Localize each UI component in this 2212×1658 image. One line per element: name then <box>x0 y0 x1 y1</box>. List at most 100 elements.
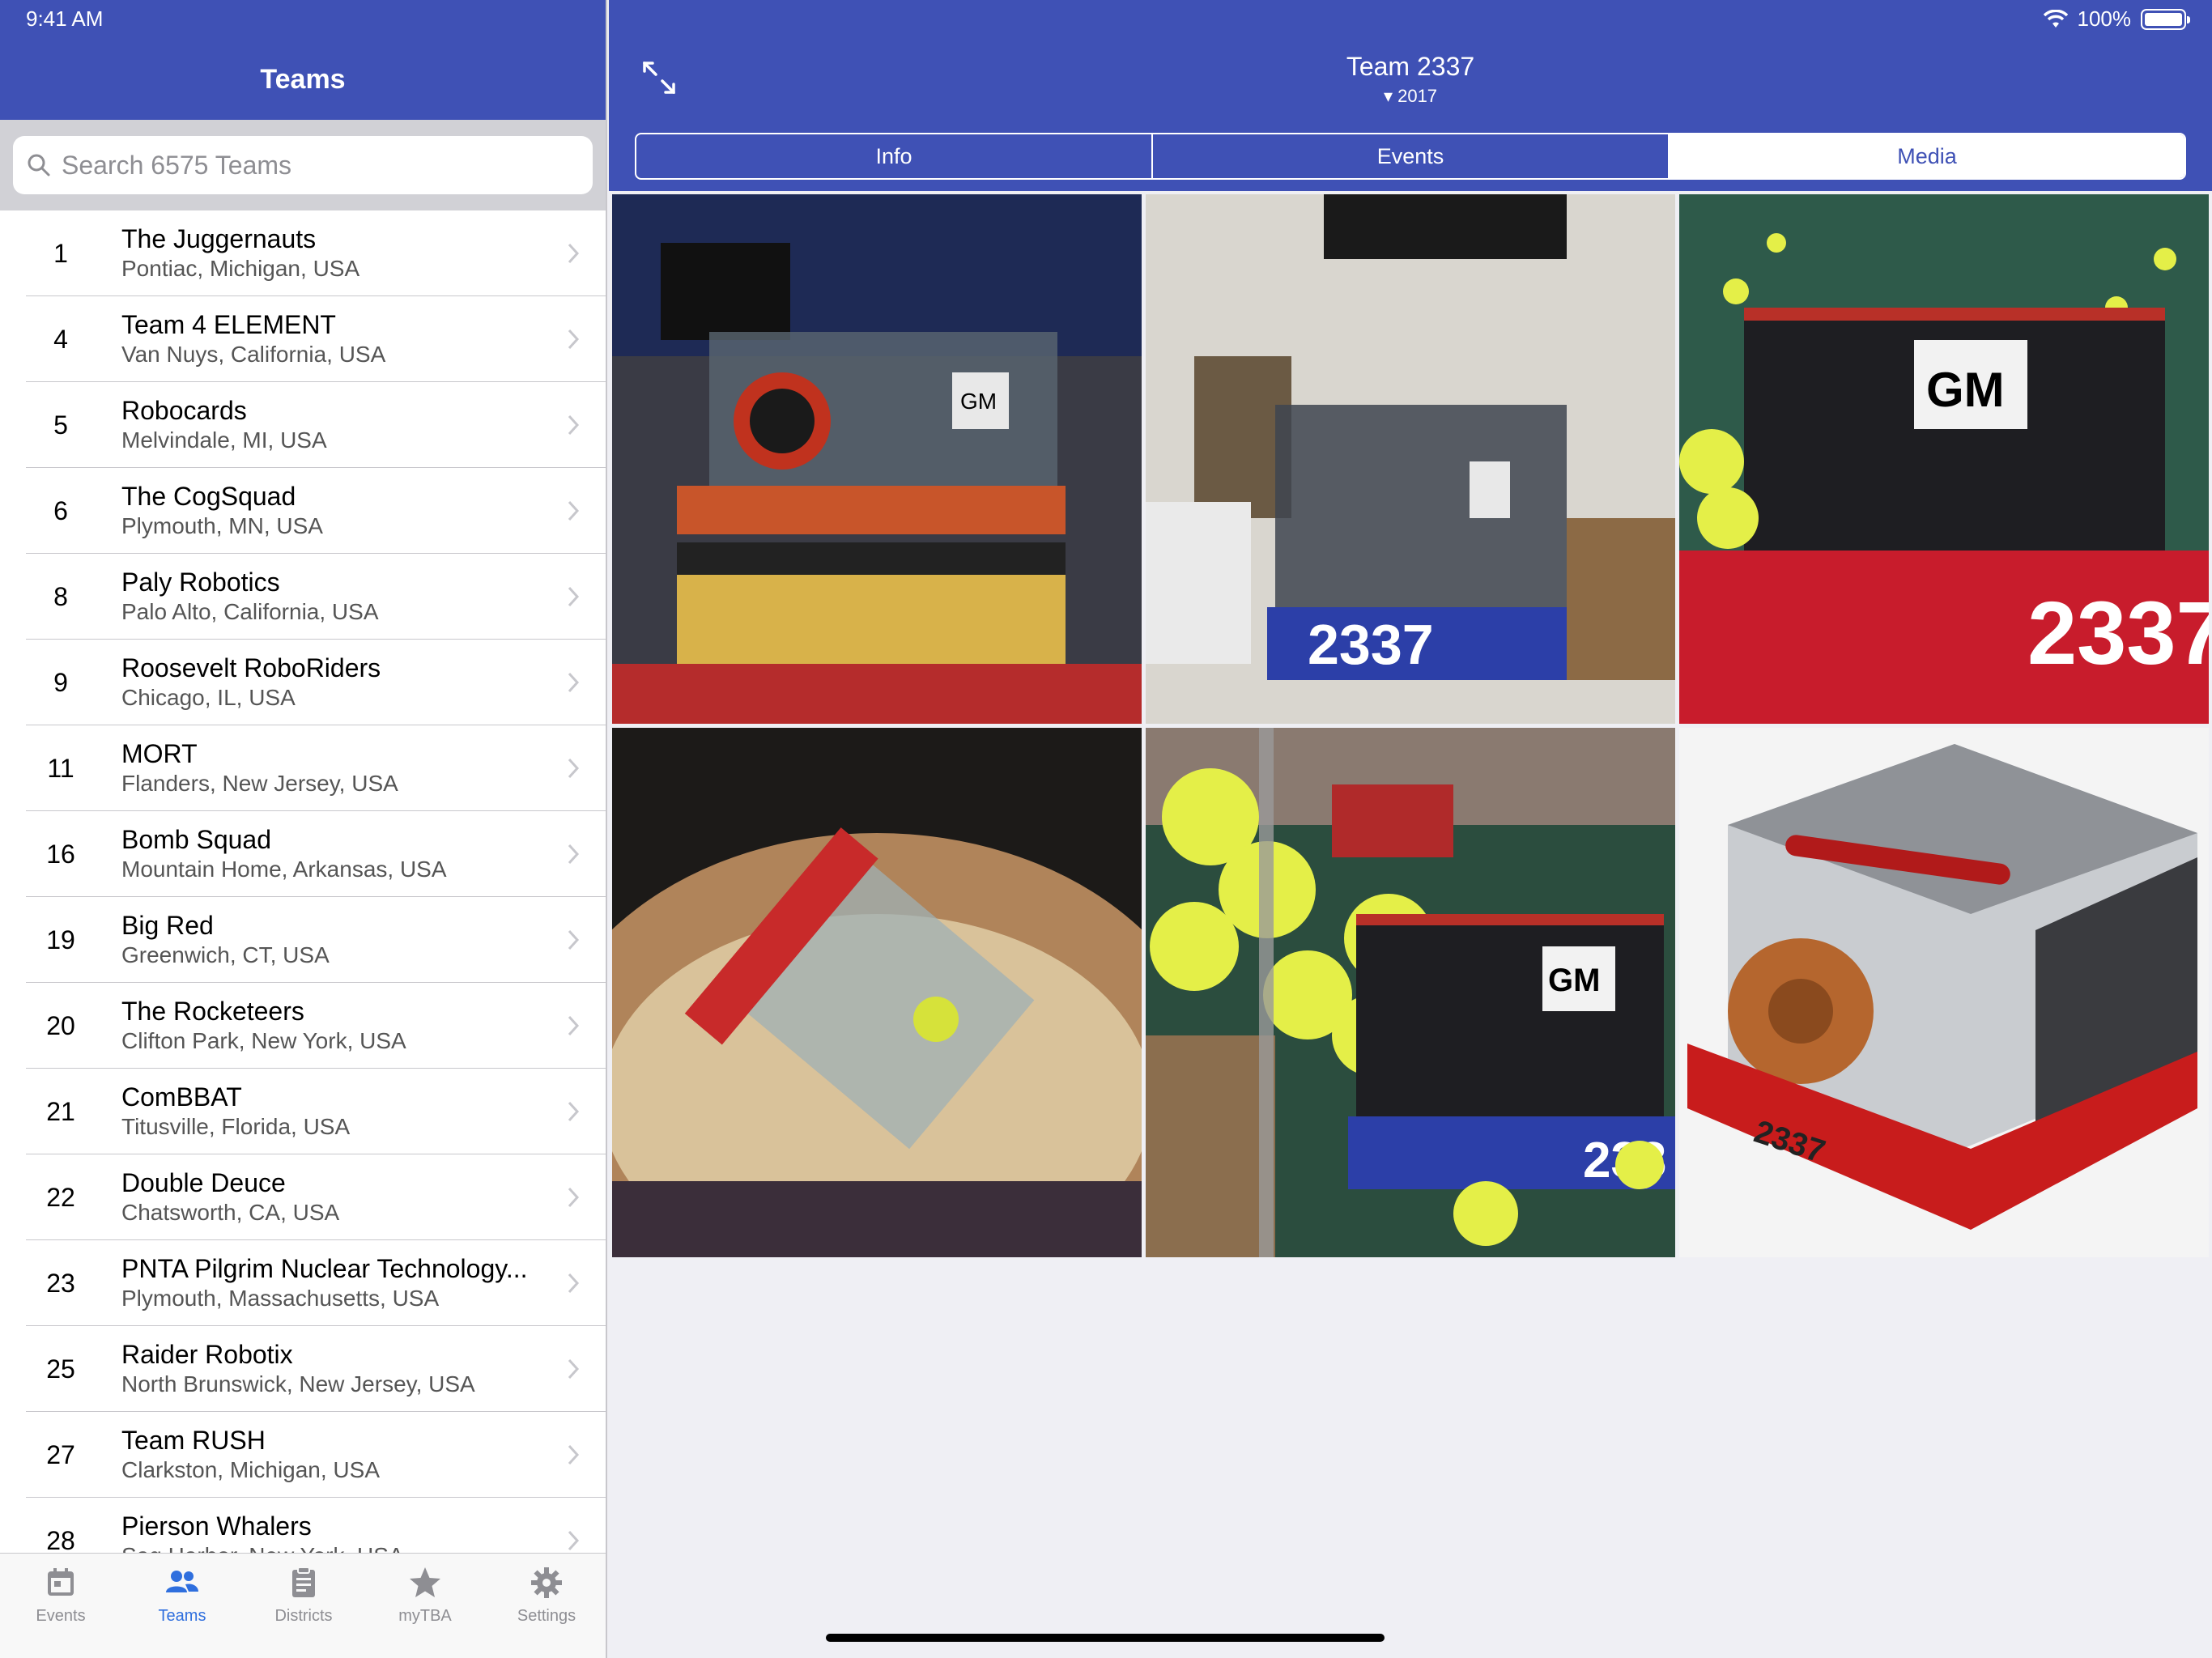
team-row[interactable]: 25 Raider Robotix North Brunswick, New Jer… <box>0 1326 606 1412</box>
team-location: Chatsworth, CA, USA <box>121 1200 340 1225</box>
detail-nav-bar: Team 2337 ▾ 2017 Info Events Media <box>609 0 2212 191</box>
status-indicators: 100% <box>2043 6 2190 32</box>
tab-label: Settings <box>517 1607 576 1625</box>
robot-photo <box>612 728 1142 1257</box>
team-list: 1 The Juggernauts Pontiac, Michigan, USA 4… <box>0 210 606 1584</box>
chevron-right-icon <box>568 329 580 350</box>
status-time: 9:41 AM <box>26 6 104 31</box>
robot-photo: GM 2337 <box>1679 194 2209 724</box>
chevron-right-icon <box>568 243 580 264</box>
tab-events[interactable]: Events <box>0 1554 121 1658</box>
search-bar <box>0 120 606 210</box>
tab-bar: Events Teams Districts myTBA Settings <box>0 1553 606 1658</box>
team-row[interactable]: 19 Big Red Greenwich, CT, USA <box>0 897 606 983</box>
team-row[interactable]: 9 Roosevelt RoboRiders Chicago, IL, USA <box>0 640 606 725</box>
tab-teams[interactable]: Teams <box>121 1554 243 1658</box>
team-row[interactable]: 22 Double Deuce Chatsworth, CA, USA <box>0 1154 606 1240</box>
team-detail-pane: Team 2337 ▾ 2017 Info Events Media GM 23… <box>609 0 2212 1658</box>
tab-label: Teams <box>158 1607 206 1625</box>
chevron-right-icon <box>568 1015 580 1036</box>
team-location: Mountain Home, Arkansas, USA <box>121 857 447 882</box>
team-number: 4 <box>53 324 68 354</box>
team-name: Double Deuce <box>121 1168 286 1197</box>
search-field[interactable] <box>13 136 593 194</box>
tab-label: myTBA <box>398 1607 452 1625</box>
battery-percent: 100% <box>2077 6 2132 31</box>
search-icon <box>28 154 50 176</box>
team-number: 25 <box>46 1354 75 1384</box>
tab-settings[interactable]: Settings <box>486 1554 606 1658</box>
chevron-right-icon <box>568 500 580 521</box>
sidebar-title: Teams <box>260 64 346 95</box>
team-row[interactable]: 1 The Juggernauts Pontiac, Michigan, USA <box>0 210 606 296</box>
team-name: Big Red <box>121 911 214 940</box>
chevron-right-icon <box>568 1530 580 1551</box>
media-item[interactable]: GM 233 <box>1146 728 1675 1257</box>
chevron-right-icon <box>568 1358 580 1380</box>
gear-icon <box>531 1567 562 1598</box>
media-grid: GM 2337 GM 2337 GM 2337 <box>612 194 2209 1257</box>
media-item[interactable]: GM <box>612 194 1142 724</box>
team-row[interactable]: 4 Team 4 ELEMENT Van Nuys, California, USA <box>0 296 606 382</box>
chevron-right-icon <box>568 1444 580 1465</box>
tab-label: Events <box>36 1607 86 1625</box>
team-row[interactable]: 21 ComBBAT Titusville, Florida, USA <box>0 1069 606 1154</box>
tab-districts[interactable]: Districts <box>243 1554 364 1658</box>
segment-info[interactable]: Info <box>636 134 1153 178</box>
chevron-right-icon <box>568 1187 580 1208</box>
team-number: 5 <box>53 410 68 440</box>
team-location: Clarkston, Michigan, USA <box>121 1457 381 1482</box>
team-row[interactable]: 8 Paly Robotics Palo Alto, California, USA <box>0 554 606 640</box>
team-row[interactable]: 27 Team RUSH Clarkston, Michigan, USA <box>0 1412 606 1498</box>
team-name: Pierson Whalers <box>121 1511 312 1541</box>
team-row[interactable]: 6 The CogSquad Plymouth, MN, USA <box>0 468 606 554</box>
media-item[interactable]: 2337 <box>1679 728 2209 1257</box>
svg-text:GM: GM <box>960 389 997 414</box>
year-selector[interactable]: ▾ 2017 <box>609 86 2212 107</box>
svg-text:2337: 2337 <box>2027 584 2209 683</box>
robot-photo: GM <box>612 194 1142 724</box>
team-location: Palo Alto, California, USA <box>121 599 379 624</box>
chevron-right-icon <box>568 1273 580 1294</box>
chevron-right-icon <box>568 672 580 693</box>
team-name: Bomb Squad <box>121 825 272 854</box>
team-name: ComBBAT <box>121 1082 242 1112</box>
team-location: Plymouth, Massachusetts, USA <box>121 1286 440 1311</box>
team-location: Chicago, IL, USA <box>121 685 296 710</box>
detail-title: Team 2337 <box>1346 52 1475 81</box>
team-name: Paly Robotics <box>121 568 280 597</box>
svg-text:GM: GM <box>1926 363 2005 417</box>
wifi-icon <box>2043 9 2068 28</box>
tab-mytba[interactable]: myTBA <box>364 1554 486 1658</box>
team-number: 16 <box>46 839 75 869</box>
team-number: 1 <box>53 238 68 268</box>
team-name: MORT <box>121 739 198 768</box>
segment-media[interactable]: Media <box>1670 134 2184 178</box>
team-row[interactable]: 5 Robocards Melvindale, MI, USA <box>0 382 606 468</box>
team-number: 27 <box>46 1439 75 1469</box>
search-input[interactable] <box>62 150 547 181</box>
chevron-right-icon <box>568 586 580 607</box>
team-row[interactable]: 23 PNTA Pilgrim Nuclear Technology... Plym… <box>0 1240 606 1326</box>
team-location: Plymouth, MN, USA <box>121 513 323 538</box>
team-location: Titusville, Florida, USA <box>121 1114 351 1139</box>
team-row[interactable]: 11 MORT Flanders, New Jersey, USA <box>0 725 606 811</box>
team-name: Roosevelt RoboRiders <box>121 653 381 682</box>
team-number: 19 <box>46 925 75 954</box>
tab-label: Districts <box>274 1607 333 1625</box>
media-item[interactable]: GM 2337 <box>1679 194 2209 724</box>
chevron-right-icon <box>568 929 580 950</box>
team-name: Robocards <box>121 396 247 425</box>
team-location: Greenwich, CT, USA <box>121 942 330 967</box>
media-item[interactable] <box>612 728 1142 1257</box>
segment-events[interactable]: Events <box>1153 134 1670 178</box>
team-row[interactable]: 20 The Rocketeers Clifton Park, New York, … <box>0 983 606 1069</box>
team-name: The CogSquad <box>121 482 296 511</box>
robot-photo: GM 233 <box>1146 728 1675 1257</box>
chevron-right-icon <box>568 844 580 865</box>
svg-text:2337: 2337 <box>1308 613 1434 676</box>
media-item[interactable]: 2337 <box>1146 194 1675 724</box>
team-row[interactable]: 16 Bomb Squad Mountain Home, Arkansas, USA <box>0 811 606 897</box>
segmented-control: Info Events Media <box>635 133 2186 180</box>
robot-photo: 2337 <box>1146 194 1675 724</box>
